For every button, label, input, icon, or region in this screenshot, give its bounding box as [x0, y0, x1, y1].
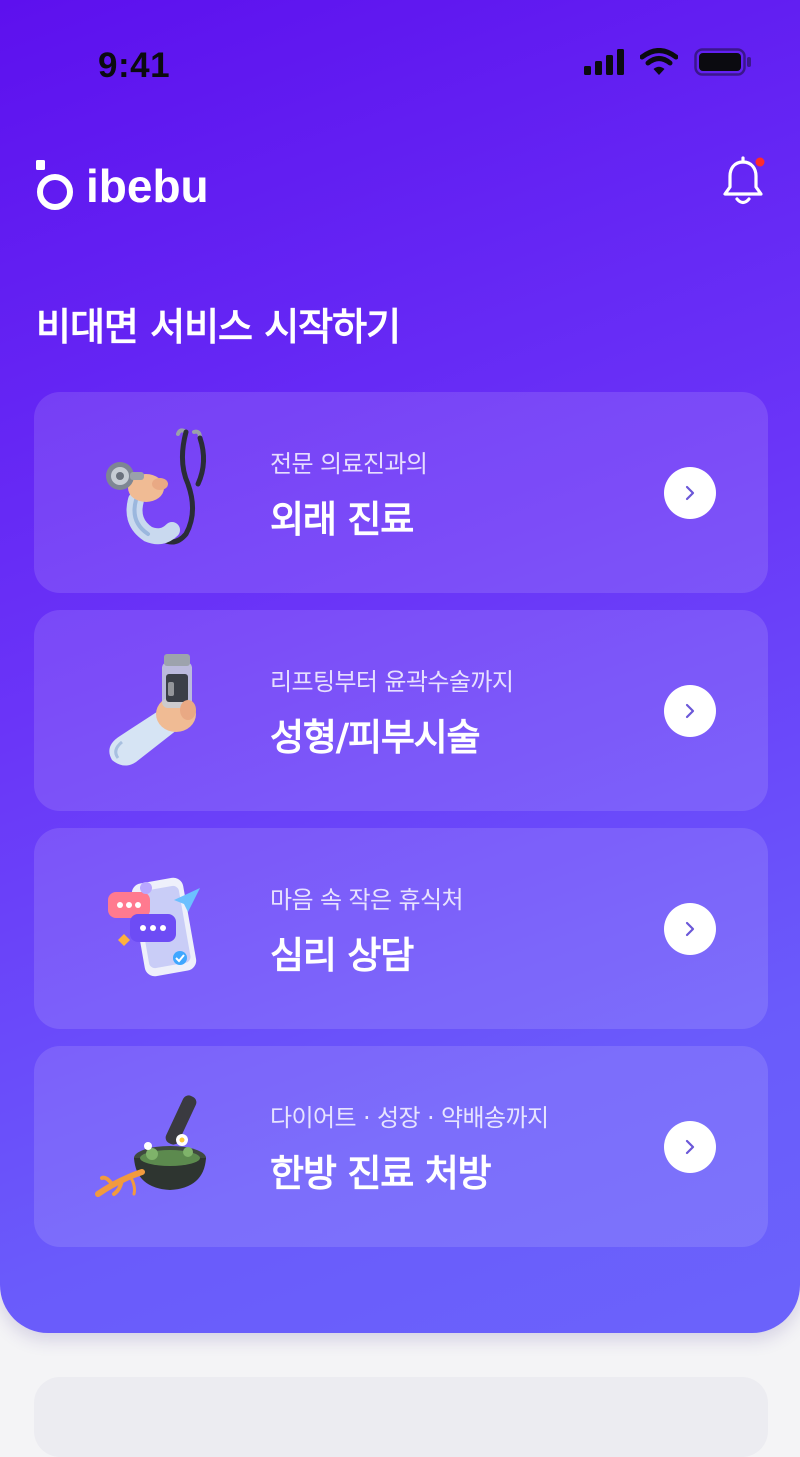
- card-text: 마음 속 작은 휴식처 심리 상담: [270, 880, 464, 979]
- service-card-herbal[interactable]: 다이어트 · 성장 · 약배송까지 한방 진료 처방: [34, 1046, 768, 1247]
- chevron-right-icon: [685, 703, 695, 719]
- chevron-right-icon: [685, 1139, 695, 1155]
- chevron-right-icon: [685, 485, 695, 501]
- notification-button[interactable]: [722, 156, 766, 208]
- card-subtitle: 리프팅부터 윤곽수술까지: [270, 668, 514, 696]
- chevron-right-icon: [685, 921, 695, 937]
- card-subtitle: 마음 속 작은 휴식처: [270, 886, 464, 914]
- logo[interactable]: ibebu: [34, 156, 209, 212]
- app-header: ibebu: [34, 156, 766, 216]
- cellular-signal-icon: [584, 49, 624, 75]
- card-arrow-button[interactable]: [664, 685, 716, 737]
- logo-text: ibebu: [86, 160, 209, 212]
- next-section-card[interactable]: [34, 1377, 768, 1457]
- service-card-counseling[interactable]: 마음 속 작은 휴식처 심리 상담: [34, 828, 768, 1029]
- herbal-mortar-icon: [95, 1095, 206, 1197]
- service-card-outpatient[interactable]: 전문 의료진과의 외래 진료: [34, 392, 768, 593]
- status-time: 9:41: [98, 46, 171, 85]
- card-title: 성형/피부시술: [270, 716, 481, 759]
- card-subtitle: 전문 의료진과의: [270, 450, 428, 478]
- card-arrow-button[interactable]: [664, 1121, 716, 1173]
- card-subtitle: 다이어트 · 성장 · 약배송까지: [270, 1104, 549, 1132]
- service-card-list: 전문 의료진과의 외래 진료 리프팅부터 윤곽수술까지 성형/피부시술 마음 속…: [34, 392, 768, 1264]
- wifi-icon: [640, 48, 678, 75]
- phone-chat-icon: [108, 877, 200, 977]
- service-card-cosmetic[interactable]: 리프팅부터 윤곽수술까지 성형/피부시술: [34, 610, 768, 811]
- card-text: 전문 의료진과의 외래 진료: [270, 444, 428, 543]
- card-title: 한방 진료 처방: [270, 1152, 492, 1195]
- logo-mark-icon: [36, 160, 73, 210]
- card-text: 리프팅부터 윤곽수술까지 성형/피부시술: [270, 662, 514, 761]
- status-bar: 9:41: [0, 0, 800, 130]
- card-title: 외래 진료: [270, 498, 414, 541]
- card-text: 다이어트 · 성장 · 약배송까지 한방 진료 처방: [270, 1098, 549, 1197]
- card-arrow-button[interactable]: [664, 903, 716, 955]
- hero-panel: 9:41 ibebu 비대면 서비스 시작하기 전문 의료진과의 외래 진료 리…: [0, 0, 800, 1333]
- stethoscope-hand-icon: [106, 428, 206, 545]
- vial-hand-icon: [109, 654, 196, 766]
- page-title: 비대면 서비스 시작하기: [36, 305, 401, 349]
- notification-dot: [755, 157, 765, 167]
- status-icons: [584, 48, 752, 76]
- bell-icon: [723, 156, 765, 205]
- battery-icon: [694, 48, 751, 76]
- card-arrow-button[interactable]: [664, 467, 716, 519]
- card-title: 심리 상담: [270, 934, 414, 977]
